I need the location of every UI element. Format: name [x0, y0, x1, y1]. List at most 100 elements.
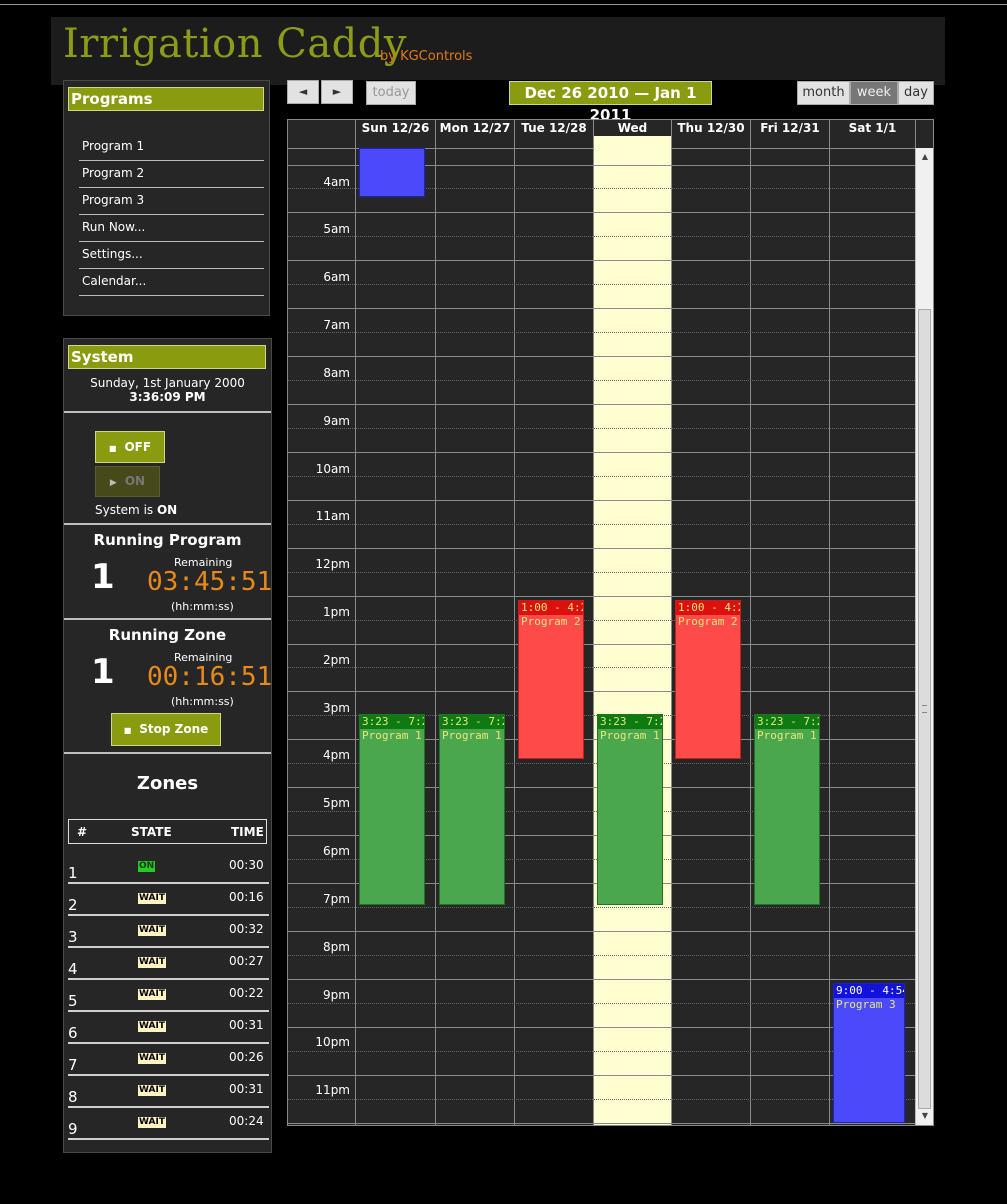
hour-gridline [288, 931, 355, 932]
hour-gridline [355, 308, 915, 309]
day-header-spacer [915, 120, 933, 148]
off-label: OFF [124, 440, 152, 454]
hour-gridline [355, 691, 915, 692]
scroll-down-arrow-icon[interactable]: ▼ [918, 1109, 932, 1123]
stop-zone-label: Stop Zone [139, 722, 209, 736]
event-title: Program 2 [678, 615, 738, 628]
zones-col-time: TIME [231, 825, 264, 839]
menu-item-settings[interactable]: Settings... [79, 242, 264, 269]
programs-heading: Programs [68, 87, 264, 111]
zone-number: 9 [68, 1120, 78, 1138]
zone-number: 4 [68, 960, 78, 978]
hour-label: 12pm [315, 557, 350, 571]
view-day-button[interactable]: day [898, 81, 934, 105]
system-off-button[interactable]: ■ OFF [95, 431, 165, 463]
half-hour-gridline [288, 380, 915, 381]
scroll-up-arrow-icon[interactable]: ▲ [918, 150, 932, 164]
hour-gridline [288, 404, 355, 405]
view-month-button[interactable]: month [797, 81, 850, 105]
zone-time: 00:24 [229, 1114, 264, 1128]
hour-label: 9pm [323, 988, 350, 1002]
stop-zone-button[interactable]: ■ Stop Zone [111, 713, 221, 746]
hour-gridline [288, 356, 355, 357]
day-header: Mon 12/27 [435, 120, 514, 148]
menu-item-program-2[interactable]: Program 2 [79, 161, 264, 188]
zone-state-badge: WAIT [138, 1117, 166, 1128]
hour-label: 6pm [323, 844, 350, 858]
system-date: Sunday, 1st January 2000 [90, 376, 245, 390]
system-on-button[interactable]: ▶ ON [95, 466, 160, 497]
hour-label: 2pm [323, 653, 350, 667]
hour-gridline [355, 644, 915, 645]
next-week-button[interactable]: ► [321, 80, 353, 104]
hour-gridline [355, 356, 915, 357]
hour-gridline [288, 979, 355, 980]
zone-number: 2 [68, 896, 78, 914]
hour-gridline [288, 1075, 355, 1076]
table-row: 6 WAIT 00:31 [68, 1012, 269, 1044]
event-title: Program 3 [836, 998, 896, 1011]
calendar-event[interactable]: 3:23 - 7:22Program 1 [597, 714, 663, 905]
calendar-day-headers: Sun 12/26 Mon 12/27 Tue 12/28 Wed Thu 12… [288, 120, 933, 149]
running-zone-unit: (hh:mm:ss) [171, 695, 234, 708]
today-button[interactable]: today [366, 81, 416, 105]
calendar-event[interactable]: 3:23 - 7:22Program 1 [754, 714, 820, 905]
calendar-event[interactable]: 9:00 - 4:54 Program 3 [833, 983, 905, 1123]
day-header-today: Wed [593, 120, 671, 148]
event-title: Program 1 [757, 729, 817, 742]
table-row: 1 ON 00:30 [68, 852, 269, 884]
view-week-button[interactable]: week [850, 81, 898, 105]
calendar-scrollbar[interactable]: ▲ ▼ [915, 148, 933, 1125]
hour-gridline [355, 931, 915, 932]
half-hour-gridline [288, 667, 915, 668]
hour-gridline [355, 404, 915, 405]
zone-number: 3 [68, 928, 78, 946]
scrollbar-thumb[interactable] [918, 309, 931, 1109]
calendar-event[interactable]: 1:00 - 4:20Program 2 [675, 600, 741, 759]
hour-label: 9am [323, 414, 350, 428]
calendar-event[interactable] [359, 148, 425, 197]
hour-label: 7pm [323, 892, 350, 906]
day-header: Sat 1/1 [829, 120, 915, 148]
week-calendar: Sun 12/26 Mon 12/27 Tue 12/28 Wed Thu 12… [287, 119, 934, 1126]
hour-label: 7am [323, 318, 350, 332]
half-hour-gridline [288, 524, 915, 525]
hour-label: 1pm [323, 605, 350, 619]
zones-col-num: # [77, 825, 88, 839]
hour-gridline [288, 787, 355, 788]
hour-gridline [355, 1123, 915, 1124]
zone-state-badge: ON [138, 861, 156, 872]
menu-item-program-1[interactable]: Program 1 [79, 134, 264, 161]
calendar-toolbar: ◄ ► today Dec 26 2010 — Jan 1 2011 month… [287, 80, 934, 124]
calendar-body[interactable]: 4am 5am 6am 7am 8am 9am 10am 11am 12pm 1… [288, 148, 915, 1125]
calendar-event[interactable]: 1:00 - 4:20Program 2 [518, 600, 584, 759]
zone-state-badge: WAIT [138, 957, 166, 968]
prev-week-button[interactable]: ◄ [287, 80, 319, 104]
hour-gridline [355, 452, 915, 453]
hour-label: 4pm [323, 748, 350, 762]
half-hour-gridline [288, 955, 915, 956]
system-status-prefix: System is [95, 503, 154, 517]
hour-label: 8am [323, 366, 350, 380]
hour-gridline [288, 548, 355, 549]
half-hour-gridline [288, 907, 915, 908]
system-time: 3:36:09 PM [129, 390, 206, 404]
menu-item-run-now[interactable]: Run Now... [79, 215, 264, 242]
menu-item-calendar[interactable]: Calendar... [79, 269, 264, 296]
table-row: 3 WAIT 00:32 [68, 916, 269, 948]
zone-time: 00:27 [229, 954, 264, 968]
table-row: 9 WAIT 00:24 [68, 1108, 269, 1140]
running-zone-title: Running Zone [108, 626, 227, 644]
grip-icon [922, 705, 927, 713]
event-time: 3:23 - 7:22 [440, 715, 504, 729]
calendar-event[interactable]: 3:23 - 7:22Program 1 [359, 714, 425, 905]
divider [64, 752, 271, 754]
calendar-event[interactable]: 3:23 - 7:22Program 1 [439, 714, 505, 905]
hour-gridline [355, 979, 915, 980]
hour-gridline [288, 835, 355, 836]
menu-item-program-3[interactable]: Program 3 [79, 188, 264, 215]
arrow-left-icon: ◄ [298, 85, 308, 98]
hour-label: 5am [323, 222, 350, 236]
zone-time: 00:31 [229, 1082, 264, 1096]
zone-time: 00:22 [229, 986, 264, 1000]
